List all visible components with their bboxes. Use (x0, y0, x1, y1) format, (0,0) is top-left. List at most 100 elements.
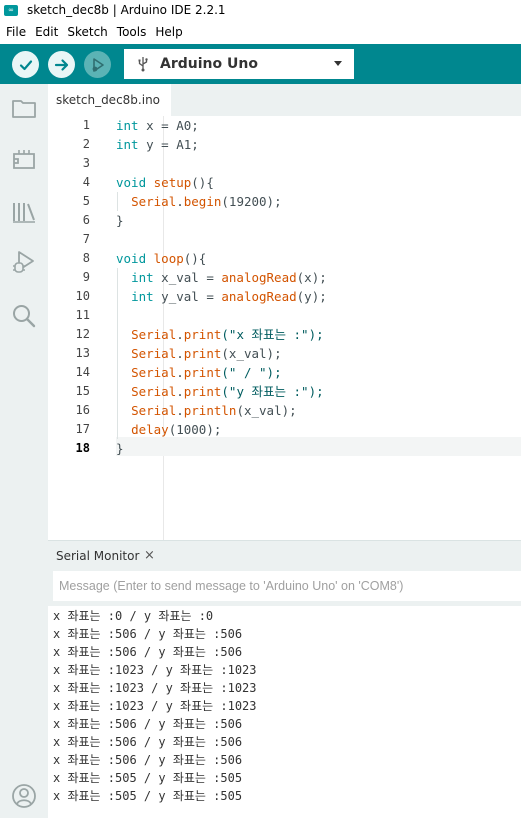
code-token: (){ (183, 251, 207, 266)
code-line: 14 Serial.print(" / "); (48, 363, 521, 382)
debug-button[interactable] (84, 51, 111, 78)
debug-play-icon (92, 57, 104, 72)
line-number: 11 (75, 308, 90, 322)
code-token: (19200); (221, 194, 282, 209)
code-token: Serial (131, 194, 177, 209)
tab-label: sketch_dec8b.ino (56, 93, 161, 107)
line-number: 15 (75, 384, 90, 398)
serial-output: x 좌표는 :0 / y 좌표는 :0 x 좌표는 :506 / y 좌표는 :5… (48, 606, 521, 818)
line-number: 9 (82, 270, 90, 284)
search-icon[interactable] (10, 302, 38, 330)
upload-button[interactable] (48, 51, 75, 78)
line-number: 5 (82, 194, 90, 208)
code-line: 1 int x = A0; (48, 116, 521, 135)
menu-tools[interactable]: Tools (111, 25, 150, 39)
line-number: 6 (82, 213, 90, 227)
menu-sketch[interactable]: Sketch (61, 25, 110, 39)
serial-output-line: x 좌표는 :1023 / y 좌표는 :1023 (53, 699, 257, 713)
code-token: y = A1; (138, 137, 199, 152)
verify-button[interactable] (12, 51, 39, 78)
debug-icon[interactable] (10, 248, 38, 276)
folder-icon[interactable] (10, 94, 38, 122)
code-text: int x = A0; (116, 116, 199, 135)
code-line: 8 void loop(){ (48, 249, 521, 268)
toolbar: Arduino Uno (0, 44, 521, 84)
serial-output-line: x 좌표는 :0 / y 좌표는 :0 (53, 609, 214, 623)
code-text: int x_val = analogRead(x); (116, 268, 327, 287)
code-text: } (116, 439, 124, 458)
serial-message-input[interactable] (53, 571, 521, 601)
code-token: Serial (131, 346, 177, 361)
code-token: int (116, 137, 139, 152)
account-icon[interactable] (10, 782, 38, 810)
sidebar (0, 84, 48, 818)
code-token: print (183, 346, 222, 361)
code-line: 16 Serial.println(x_val); (48, 401, 521, 420)
tab-sketch-file[interactable]: sketch_dec8b.ino (48, 84, 171, 116)
code-editor[interactable]: 1 int x = A0; 2 int y = A1; 3 4 void setup(){5… (48, 116, 521, 540)
code-token: ("x 좌표는 :"); (221, 327, 324, 342)
code-token: . (176, 327, 184, 342)
board-selector[interactable]: Arduino Uno (124, 49, 354, 79)
code-token: . (176, 346, 184, 361)
code-token: delay (131, 422, 169, 437)
code-token: . (176, 365, 184, 380)
line-number: 8 (82, 251, 90, 265)
code-token: (y); (296, 289, 327, 304)
line-number: 18 (75, 441, 90, 455)
line-number: 12 (75, 327, 90, 341)
line-number: 7 (82, 232, 90, 246)
code-line: 6} (48, 211, 521, 230)
library-icon[interactable] (10, 198, 38, 226)
board-manager-icon[interactable] (10, 145, 38, 173)
code-token: (" / "); (221, 365, 282, 380)
code-text: } (116, 211, 124, 230)
code-token: Serial (131, 327, 177, 342)
code-token: (){ (191, 175, 214, 190)
close-icon[interactable]: × (144, 548, 155, 563)
code-token: int (116, 118, 139, 133)
code-line: 9 int x_val = analogRead(x); (48, 268, 521, 287)
code-token: . (176, 403, 184, 418)
arrow-right-icon (54, 58, 68, 71)
code-token: void (116, 251, 147, 266)
code-token: (x_val); (236, 403, 297, 418)
menu-file[interactable]: File (0, 25, 29, 39)
serial-monitor-tab[interactable]: Serial Monitor (56, 549, 139, 563)
line-number: 3 (82, 156, 90, 170)
code-token: println (183, 403, 237, 418)
serial-output-line: x 좌표는 :506 / y 좌표는 :506 (53, 735, 243, 749)
code-line: 4 void setup(){ (48, 173, 521, 192)
code-token: } (116, 441, 124, 456)
code-text: Serial.print(x_val); (116, 344, 282, 363)
code-line: 10 int y_val = analogRead(y); (48, 287, 521, 306)
code-line: 12 Serial.print("x 좌표는 :"); (48, 325, 521, 344)
code-token: . (176, 194, 184, 209)
window-title: sketch_dec8b | Arduino IDE 2.2.1 (27, 3, 226, 17)
serial-output-line: x 좌표는 :1023 / y 좌표는 :1023 (53, 681, 257, 695)
code-token: Serial (131, 403, 177, 418)
code-token: (x_val); (221, 346, 282, 361)
line-number: 16 (75, 403, 90, 417)
serial-input-area (48, 570, 521, 606)
code-token: int (131, 289, 154, 304)
code-token: print (183, 384, 222, 399)
code-text: int y_val = analogRead(y); (116, 287, 327, 306)
serial-output-line: x 좌표는 :506 / y 좌표는 :506 (53, 753, 243, 767)
menu-edit[interactable]: Edit (29, 25, 61, 39)
serial-output-line: x 좌표는 :1023 / y 좌표는 :1023 (53, 663, 257, 677)
serial-output-line: x 좌표는 :506 / y 좌표는 :506 (53, 717, 243, 731)
serial-output-line: x 좌표는 :506 / y 좌표는 :506 (53, 627, 243, 641)
menu-help[interactable]: Help (149, 25, 185, 39)
code-token: loop (153, 251, 184, 266)
code-text: delay(1000); (116, 420, 221, 439)
code-token: ("y 좌표는 :"); (221, 384, 324, 399)
check-icon (19, 59, 32, 70)
code-line: 15 Serial.print("y 좌표는 :"); (48, 382, 521, 401)
code-text: Serial.println(x_val); (116, 401, 297, 420)
code-token: x_val = (153, 270, 222, 285)
